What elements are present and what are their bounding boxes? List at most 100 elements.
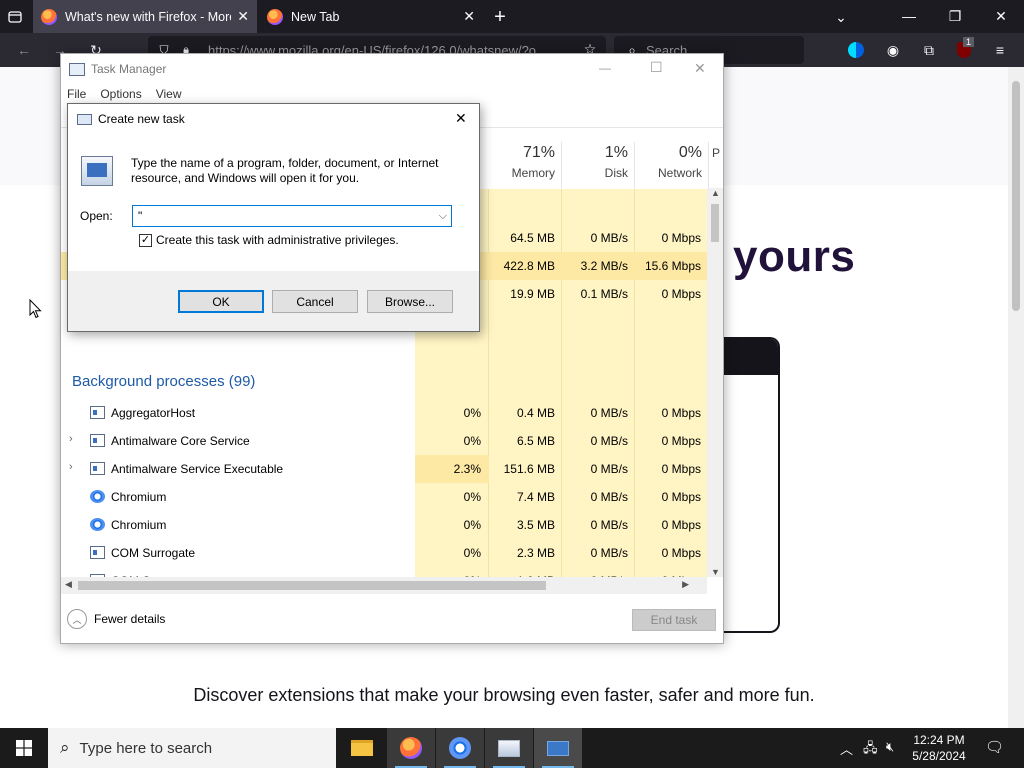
minimize-icon[interactable]: — [896,4,922,28]
expand-chevron-icon[interactable]: › [69,461,73,473]
cancel-button[interactable]: Cancel [272,290,358,313]
expand-chevron-icon[interactable]: › [69,433,73,445]
notification-center-icon[interactable]: 🗨︎ [985,738,1004,756]
memory-cell: 6.5 MB [516,434,555,448]
close-icon[interactable]: ✕ [455,110,467,127]
create-new-task-dialog: Create new task ✕ Type the name of a pro… [67,103,480,332]
app-icon [90,546,105,559]
minimize-icon[interactable]: — [599,61,611,75]
column-header-network[interactable]: 0% Network [635,142,709,188]
close-tab-icon[interactable]: ✕ [237,8,249,25]
process-name: AggregatorHost [111,406,196,420]
cpu-cell: 0% [463,406,481,420]
maximize-icon[interactable]: ☐ [650,59,663,76]
menu-file[interactable]: File [67,87,86,101]
close-icon[interactable]: ✕ [694,60,706,77]
page-scrollbar[interactable] [1008,67,1024,728]
ok-button[interactable]: OK [178,290,264,313]
table-row[interactable]: Chromium 0% 7.4 MB 0 MB/s 0 Mbps [61,483,707,511]
task-manager-menubar: File Options View [61,84,723,104]
browse-button[interactable]: Browse... [367,290,453,313]
tab-list-icon[interactable] [4,6,26,28]
section-header-background-processes[interactable]: Background processes (99) [72,373,255,390]
back-icon[interactable]: ← [12,38,36,62]
network-cell: 0 Mbps [661,434,701,448]
process-name: Antimalware Core Service [111,434,250,448]
chevron-down-icon[interactable]: ⌵ [439,206,447,226]
process-horizontal-scrollbar[interactable]: ◀ ▶ [61,577,707,594]
network-cell: 0 Mbps [661,287,701,301]
network-cell: 0 Mbps [661,231,701,245]
column-header-disk[interactable]: 1% Disk [562,142,635,188]
table-row[interactable]: › Antimalware Service Executable 2.3% 15… [61,455,707,483]
page-subtitle: Discover extensions that make your brows… [193,685,815,705]
fewer-details-label: Fewer details [94,612,166,626]
clock-date: 5/28/2024 [912,749,966,763]
app-icon [90,462,105,475]
horizontal-scrollbar-thumb[interactable] [78,581,546,590]
volume-muted-icon[interactable]: 🔇︎ [886,739,894,755]
disk-percent: 1% [604,144,628,161]
ublock-icon[interactable]: 1 [954,37,975,60]
addon-badge: 1 [963,37,975,47]
close-window-icon[interactable]: ✕ [988,4,1014,28]
fewer-details-button[interactable]: ︿ Fewer details [67,609,165,629]
column-header-memory[interactable]: 71% Memory [488,142,562,188]
start-button[interactable] [0,728,48,768]
scroll-left-icon[interactable]: ◀ [65,579,72,590]
end-task-button[interactable]: End task [632,609,716,631]
taskbar-search-box[interactable]: ⌕ Type here to search [48,728,336,768]
close-tab-icon[interactable]: ✕ [463,8,475,25]
chromium-taskbar-icon[interactable] [436,728,484,768]
table-row[interactable]: COM Surrogate 0% 2.3 MB 0 MB/s 0 Mbps [61,539,707,567]
dialog-title: Create new task [98,112,185,126]
scroll-up-icon[interactable]: ▲ [711,188,720,198]
browser-tab-bar: What's new with Firefox - More ✕ New Tab… [0,0,1024,33]
open-command-input[interactable]: " ⌵ [132,205,452,227]
table-row[interactable]: AggregatorHost 0% 0.4 MB 0 MB/s 0 Mbps [61,399,707,427]
account-icon[interactable]: ◉ [883,40,903,60]
memory-cell: 422.8 MB [503,259,555,273]
task-manager-taskbar-icon[interactable] [485,728,533,768]
network-cell: 0 Mbps [661,546,701,560]
new-tab-icon[interactable]: + [488,5,512,29]
task-manager-footer: ︿ Fewer details End task [61,601,723,641]
task-manager-titlebar: Task Manager — ☐ ✕ [61,54,723,84]
color-theme-icon[interactable] [846,40,866,60]
column-header-power[interactable]: P [709,142,723,188]
network-cell: 0 Mbps [661,490,701,504]
menu-view[interactable]: View [156,87,182,101]
chrome-icon [90,490,105,503]
process-name: Chromium [111,518,167,532]
taskbar-clock[interactable]: 12:24 PM 5/28/2024 [906,732,972,764]
list-all-tabs-icon[interactable]: ⌄ [830,6,852,28]
firefox-taskbar-icon[interactable] [387,728,435,768]
menu-options[interactable]: Options [100,87,141,101]
vertical-scrollbar-thumb[interactable] [711,204,719,242]
page-scrollbar-thumb[interactable] [1012,81,1020,311]
extensions-icon[interactable]: ⧉ [919,40,939,60]
memory-cell: 19.9 MB [510,287,555,301]
scroll-down-icon[interactable]: ▼ [711,567,720,577]
show-hidden-icons-icon[interactable]: ︿ [840,739,853,758]
table-row[interactable]: › Antimalware Core Service 0% 6.5 MB 0 M… [61,427,707,455]
tab-whats-new[interactable]: What's new with Firefox - More ✕ [33,0,257,33]
admin-privileges-checkbox[interactable]: ✓ Create this task with administrative p… [139,233,399,247]
network-cell: 0 Mbps [661,406,701,420]
table-row[interactable]: Chromium 0% 3.5 MB 0 MB/s 0 Mbps [61,511,707,539]
restore-icon[interactable]: ❐ [942,4,968,28]
memory-label: Memory [511,166,555,180]
task-manager-title: Task Manager [91,62,167,76]
run-dialog-taskbar-icon[interactable] [534,728,582,768]
network-percent: 0% [678,144,702,161]
hamburger-menu-icon[interactable]: ≡ [990,40,1010,60]
process-vertical-scrollbar[interactable]: ▲ ▼ [707,188,723,577]
file-explorer-icon[interactable] [338,728,386,768]
tab-new-tab[interactable]: New Tab ✕ [259,0,483,33]
network-icon[interactable]: 🖧︎ [863,739,878,761]
scroll-right-icon[interactable]: ▶ [682,579,689,590]
network-cell: 15.6 Mbps [644,259,701,273]
task-manager-icon [69,62,85,76]
cpu-cell: 0% [463,546,481,560]
disk-label: Disk [604,166,628,180]
